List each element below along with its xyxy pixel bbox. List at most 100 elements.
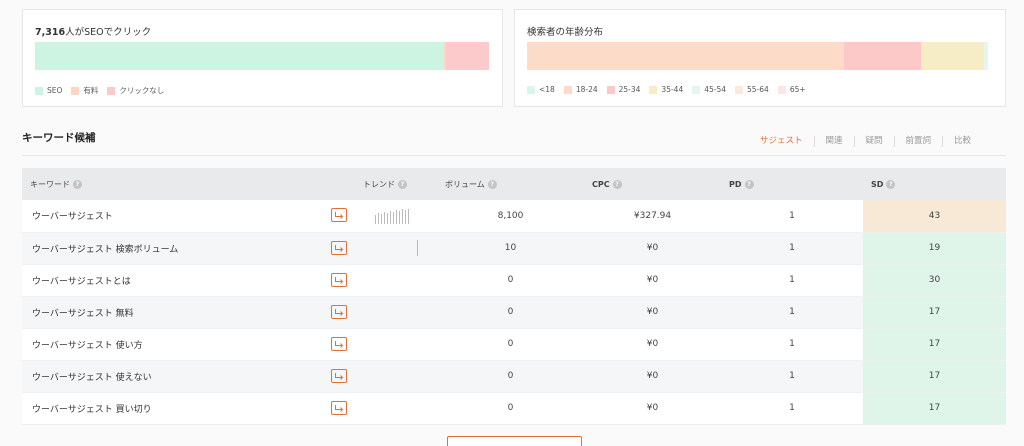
- trend-cell: [355, 392, 437, 425]
- clicks-segment: [445, 42, 489, 70]
- legend-label: 有料: [83, 86, 99, 95]
- header-volume-label: ボリューム: [445, 179, 485, 189]
- clicks-legend-item[interactable]: クリックなし: [107, 85, 164, 96]
- trend-bar: [402, 208, 403, 224]
- help-icon[interactable]: ?: [73, 179, 82, 189]
- age-legend-item[interactable]: 25-34: [606, 85, 641, 94]
- header-pd-label: PD: [729, 179, 742, 189]
- volume-cell: 0: [437, 264, 584, 297]
- keyword-text[interactable]: ウーバーサジェスト 無料: [32, 309, 134, 319]
- trend-bar: [381, 213, 382, 224]
- tab-4[interactable]: 比較: [942, 136, 982, 147]
- age-legend-item[interactable]: 35-44: [649, 85, 683, 94]
- volume-cell: 8,100: [437, 200, 584, 233]
- keyword-cell[interactable]: ウーバーサジェスト: [22, 200, 355, 233]
- cpc-cell: ¥327.94: [584, 200, 721, 233]
- legend-label: 25-34: [618, 85, 641, 94]
- header-trend[interactable]: トレンド?: [355, 168, 437, 200]
- legend-swatch: [71, 86, 80, 95]
- help-icon[interactable]: ?: [398, 179, 407, 189]
- help-icon[interactable]: ?: [612, 179, 622, 189]
- tab-1[interactable]: 関連: [813, 136, 854, 147]
- keyword-text[interactable]: ウーバーサジェスト 使い方: [32, 341, 143, 351]
- tab-3[interactable]: 前置詞: [893, 136, 943, 147]
- table-row[interactable]: ウーバーサジェスト 使い方 0 ¥0 1 17: [22, 328, 1006, 361]
- table-row[interactable]: ウーバーサジェストとは 0 ¥0 1 30: [22, 264, 1006, 297]
- trend-sparkline: [355, 208, 437, 224]
- external-link-icon[interactable]: [331, 272, 347, 287]
- external-link-icon[interactable]: [331, 304, 347, 319]
- clicks-title-text: 人がSEOでクリック: [65, 27, 152, 38]
- trend-bar: [408, 208, 409, 224]
- age-legend-item[interactable]: 55-64: [735, 85, 769, 94]
- trend-bar: [375, 214, 376, 224]
- keyword-cell[interactable]: ウーバーサジェスト 使えない: [22, 360, 355, 393]
- table-row[interactable]: ウーバーサジェスト 買い切り 0 ¥0 1 17: [22, 392, 1006, 425]
- tab-0[interactable]: サジェスト: [750, 136, 814, 147]
- sd-cell: 30: [863, 264, 1006, 297]
- trend-bar: [378, 212, 379, 224]
- keyword-text[interactable]: ウーバーサジェスト 使えない: [32, 373, 152, 383]
- header-trend-label: トレンド: [363, 179, 395, 189]
- header-keyword[interactable]: キーワード?: [22, 168, 355, 200]
- age-legend-item[interactable]: 18-24: [563, 85, 598, 94]
- load-more-button[interactable]: [447, 436, 582, 446]
- keyword-text[interactable]: ウーバーサジェスト 検索ボリューム: [32, 245, 178, 255]
- external-link-icon[interactable]: [331, 208, 347, 222]
- clicks-legend-item[interactable]: 有料: [71, 85, 98, 96]
- header-volume[interactable]: ボリューム?: [437, 168, 584, 200]
- table-row[interactable]: ウーバーサジェスト 8,100 ¥327.94 1 43: [22, 200, 1006, 233]
- sd-cell: 17: [863, 296, 1006, 329]
- pd-cell: 1: [721, 232, 863, 265]
- legend-label: SEO: [47, 86, 63, 95]
- table-row[interactable]: ウーバーサジェスト 無料 0 ¥0 1 17: [22, 296, 1006, 329]
- cpc-cell: ¥0: [584, 328, 721, 361]
- keyword-cell[interactable]: ウーバーサジェスト 使い方: [22, 328, 355, 361]
- keyword-cell[interactable]: ウーバーサジェスト 無料: [22, 296, 355, 329]
- legend-label: クリックなし: [119, 86, 165, 95]
- keyword-text[interactable]: ウーバーサジェストとは: [32, 277, 131, 287]
- clicks-legend-item[interactable]: SEO: [35, 86, 62, 95]
- age-legend-item[interactable]: 45-54: [692, 85, 726, 94]
- trend-bar: [399, 210, 400, 224]
- keyword-cell[interactable]: ウーバーサジェスト 検索ボリューム: [22, 232, 355, 265]
- clicks-count: 7,316: [35, 27, 66, 38]
- age-segment: [983, 42, 989, 70]
- keyword-text[interactable]: ウーバーサジェスト: [32, 212, 113, 222]
- age-legend-item[interactable]: <18: [527, 85, 555, 94]
- header-cpc[interactable]: CPC?: [584, 168, 721, 200]
- clicks-legend: SEO 有料 クリックなし: [35, 85, 173, 96]
- help-icon[interactable]: ?: [487, 179, 497, 189]
- clicks-card: 7,316人がSEOでクリック SEO 有料 クリックなし: [22, 9, 503, 107]
- pd-cell: 1: [721, 200, 863, 233]
- sd-cell: 17: [863, 328, 1006, 361]
- legend-label: 45-54: [704, 85, 727, 94]
- trend-cell: [355, 296, 437, 329]
- keyword-cell[interactable]: ウーバーサジェストとは: [22, 264, 355, 297]
- external-link-icon[interactable]: [331, 240, 347, 255]
- sd-cell: 17: [863, 392, 1006, 425]
- legend-swatch: [35, 86, 43, 95]
- trend-sparkline: [355, 272, 437, 288]
- keyword-cell[interactable]: ウーバーサジェスト 買い切り: [22, 392, 355, 425]
- legend-label: 55-64: [747, 85, 769, 94]
- external-link-icon[interactable]: [331, 336, 347, 351]
- trend-bar: [405, 209, 406, 224]
- age-legend-item[interactable]: 65+: [777, 85, 806, 94]
- help-icon[interactable]: ?: [744, 179, 754, 189]
- header-keyword-label: キーワード: [30, 179, 70, 189]
- help-icon[interactable]: ?: [886, 179, 896, 189]
- header-sd[interactable]: SD?: [863, 168, 1006, 200]
- sd-cell: 17: [863, 360, 1006, 393]
- keyword-text[interactable]: ウーバーサジェスト 買い切り: [32, 405, 152, 415]
- volume-cell: 0: [437, 392, 584, 425]
- clicks-stacked-bar: [35, 42, 489, 70]
- table-row[interactable]: ウーバーサジェスト 検索ボリューム 10 ¥0 1 19: [22, 232, 1006, 265]
- tab-2[interactable]: 疑問: [853, 136, 894, 147]
- external-link-icon[interactable]: [331, 400, 347, 415]
- pd-cell: 1: [721, 264, 863, 297]
- header-pd[interactable]: PD?: [721, 168, 863, 200]
- external-link-icon[interactable]: [331, 368, 347, 383]
- table-row[interactable]: ウーバーサジェスト 使えない 0 ¥0 1 17: [22, 360, 1006, 393]
- clicks-card-title: 7,316人がSEOでクリック: [35, 24, 151, 38]
